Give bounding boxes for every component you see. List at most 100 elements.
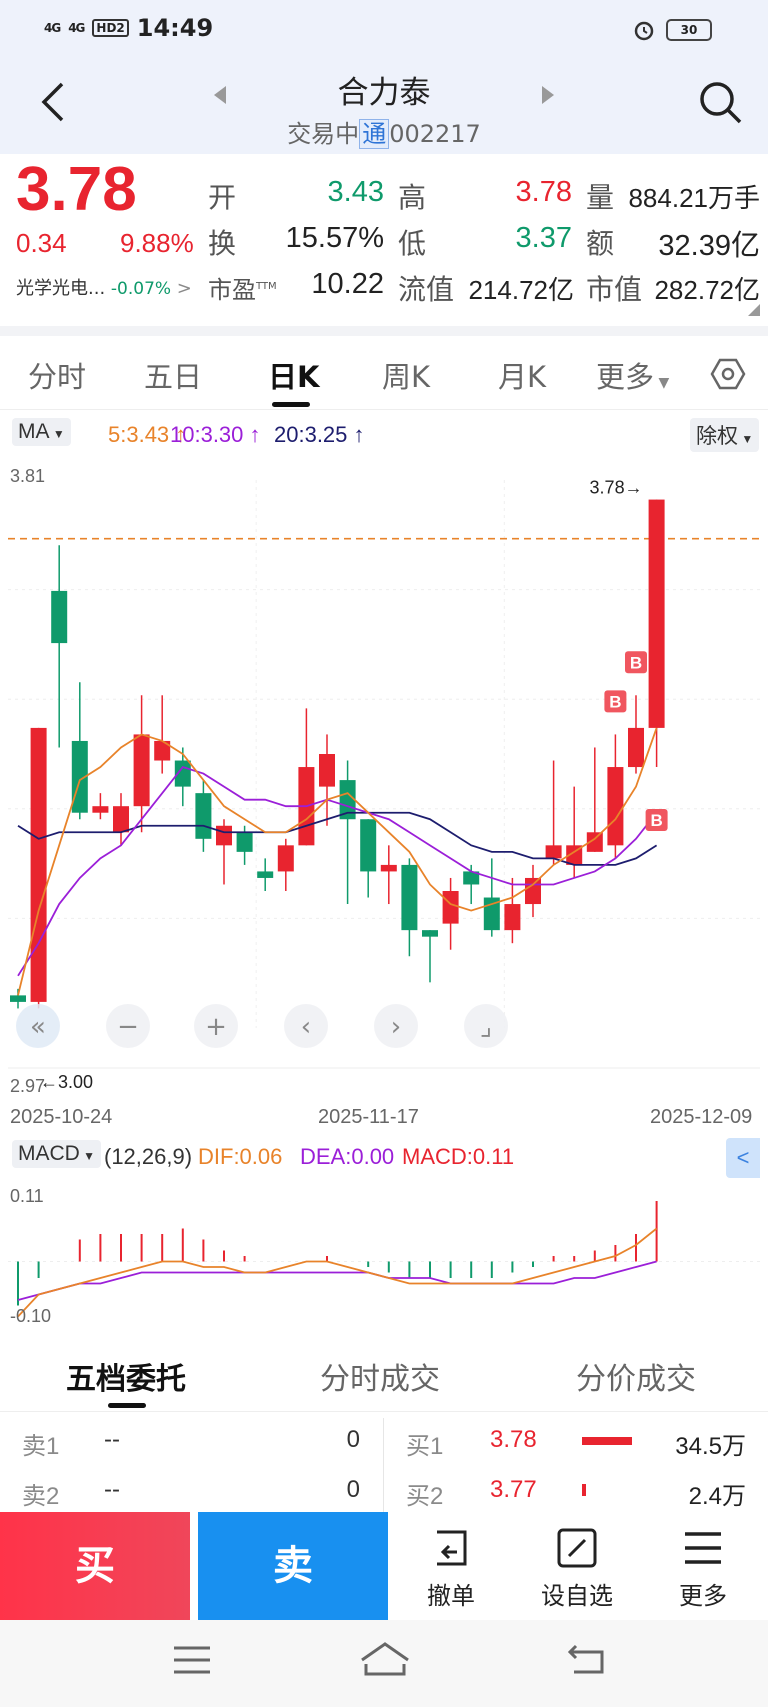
- section-divider: [0, 326, 768, 336]
- fullscreen-icon[interactable]: ⌟: [464, 1004, 508, 1048]
- action-bar: 买 卖 撤单 设自选 更多: [0, 1512, 768, 1620]
- indicator-label: MACD: [18, 1142, 80, 1165]
- sell-1-label: 卖1: [22, 1433, 60, 1460]
- search-icon[interactable]: [696, 78, 744, 126]
- low-value: 3.37: [515, 222, 572, 254]
- sell-2-volume: 0: [346, 1476, 360, 1503]
- tab-five-levels[interactable]: 五档委托: [66, 1354, 186, 1398]
- candle-body: [380, 864, 397, 872]
- buy-marker-label: B: [630, 653, 642, 672]
- fullscreen-icon-glyph: ⌟: [480, 1012, 492, 1042]
- settings-hexagon-icon[interactable]: [710, 356, 746, 392]
- scroll-left-icon-glyph: ‹: [301, 1012, 311, 1042]
- tab-daily-k[interactable]: 日K: [268, 354, 319, 396]
- x-tick-start: 2025-10-24: [10, 1106, 113, 1128]
- volume-value: 884.21万手: [628, 183, 760, 213]
- sell-button[interactable]: 卖: [198, 1512, 388, 1620]
- dea-line: [17, 1260, 657, 1301]
- home-nav-icon[interactable]: [358, 1640, 412, 1678]
- tab-weekly-k[interactable]: 周K: [382, 354, 430, 396]
- tab-intraday[interactable]: 分时: [28, 354, 86, 396]
- scroll-start-icon[interactable]: «: [16, 1004, 60, 1048]
- status-bar: 4G 4G HD2 14:49 30: [0, 0, 768, 62]
- candle-body: [422, 930, 438, 937]
- amount-value: 32.39亿: [658, 230, 760, 262]
- low-label: 低: [398, 227, 427, 260]
- max-price-label: 3.78→: [590, 478, 643, 498]
- adjust-selector[interactable]: 除权 ▼: [690, 418, 760, 452]
- more-actions-button[interactable]: 更多: [648, 1526, 758, 1611]
- buy-button[interactable]: 买: [0, 1512, 190, 1620]
- back-nav-icon[interactable]: [566, 1642, 606, 1676]
- buy-1-volume-bar: [582, 1437, 632, 1445]
- tab-tick-trades[interactable]: 分时成交: [320, 1354, 440, 1398]
- tab-five-day[interactable]: 五日: [144, 354, 202, 396]
- buy-marker: B: [645, 809, 668, 832]
- add-watchlist-button[interactable]: 设自选: [522, 1526, 632, 1611]
- menu-nav-icon[interactable]: [172, 1644, 212, 1676]
- zoom-in-icon[interactable]: +: [194, 1004, 238, 1048]
- indicator-selector[interactable]: MACD ▼: [12, 1140, 102, 1168]
- scroll-right-icon[interactable]: ›: [374, 1004, 418, 1048]
- status-left: 4G 4G HD2 14:49: [44, 14, 213, 42]
- stock-header: 合力泰 交易中通 002217: [0, 62, 768, 154]
- float-cap-label: 流值: [398, 273, 455, 306]
- sector-name: 光学光电...: [16, 278, 106, 299]
- candlestick-chart[interactable]: BBB3.812.973.78→←3.00« − + ‹ › ⌟: [8, 460, 760, 1100]
- dif-value: DIF:0.06: [198, 1144, 283, 1169]
- candle-body: [525, 877, 541, 905]
- clock: 14:49: [136, 14, 214, 42]
- zoom-out-icon-glyph: −: [117, 1012, 139, 1042]
- collapse-panel-icon[interactable]: <: [726, 1138, 760, 1178]
- tab-monthly-k[interactable]: 月K: [498, 354, 546, 396]
- macd-bottom-label: -0.10: [10, 1306, 51, 1326]
- scroll-left-icon[interactable]: ‹: [284, 1004, 328, 1048]
- caret-down-icon: ▼: [738, 432, 754, 446]
- turnover-value: 15.57%: [285, 222, 384, 254]
- tab-price-trades[interactable]: 分价成交: [576, 1354, 696, 1398]
- sell-1-volume: 0: [346, 1426, 360, 1453]
- turnover-label: 换: [208, 227, 237, 260]
- last-price: 3.78: [16, 155, 137, 224]
- min-price-label: ←3.00: [40, 1072, 93, 1092]
- ma-selector-label: MA: [18, 420, 50, 443]
- mkt-cap-value: 282.72亿: [654, 275, 760, 305]
- macd-chart[interactable]: 0.11 -0.10: [8, 1180, 760, 1330]
- stock-name: 合力泰: [337, 75, 431, 111]
- candle-body: [51, 590, 68, 644]
- candle-body: [648, 499, 665, 728]
- mkt-cap-label: 市值: [586, 273, 643, 306]
- ma10-value: 10:3.30: [170, 422, 244, 447]
- candle-body: [257, 871, 274, 878]
- ma-selector[interactable]: MA ▼: [12, 418, 71, 446]
- pe-label-text: 市盈: [208, 276, 256, 304]
- system-nav-bar: [0, 1620, 768, 1707]
- candle-body: [319, 754, 335, 787]
- ma20-legend: 20:3.25 ↑: [274, 422, 365, 448]
- candle-body: [236, 832, 253, 852]
- buy-marker: B: [604, 690, 627, 713]
- candle-body: [133, 734, 150, 807]
- buy-1-price: 3.78: [490, 1426, 537, 1453]
- tab-more[interactable]: 更多 ▼: [596, 354, 669, 396]
- buy-marker-label: B: [650, 811, 662, 830]
- amount-label: 额: [586, 227, 615, 260]
- orderbook-divider: [383, 1418, 384, 1514]
- cancel-order-button[interactable]: 撤单: [396, 1526, 506, 1611]
- zoom-out-icon[interactable]: −: [106, 1004, 150, 1048]
- sector-link[interactable]: 光学光电... -0.07% >: [16, 274, 192, 300]
- pe-value: 10.22: [311, 268, 384, 300]
- open-value: 3.43: [327, 176, 384, 208]
- scroll-start-icon-glyph: «: [30, 1012, 46, 1042]
- ma20-value: 20:3.25: [274, 422, 348, 447]
- expand-corner-icon[interactable]: [748, 304, 760, 316]
- sell-1-price: --: [104, 1426, 120, 1453]
- arrow-up-icon: ↑: [249, 422, 261, 447]
- next-stock-icon[interactable]: [540, 84, 556, 106]
- caret-down-icon: ▼: [49, 427, 65, 441]
- candle-body: [401, 864, 418, 931]
- sector-change: -0.07%: [110, 279, 172, 299]
- macd-value: MACD:0.11: [402, 1144, 515, 1169]
- signal-indicator-2: 4G: [68, 21, 85, 35]
- pe-sup: TTM: [256, 281, 277, 292]
